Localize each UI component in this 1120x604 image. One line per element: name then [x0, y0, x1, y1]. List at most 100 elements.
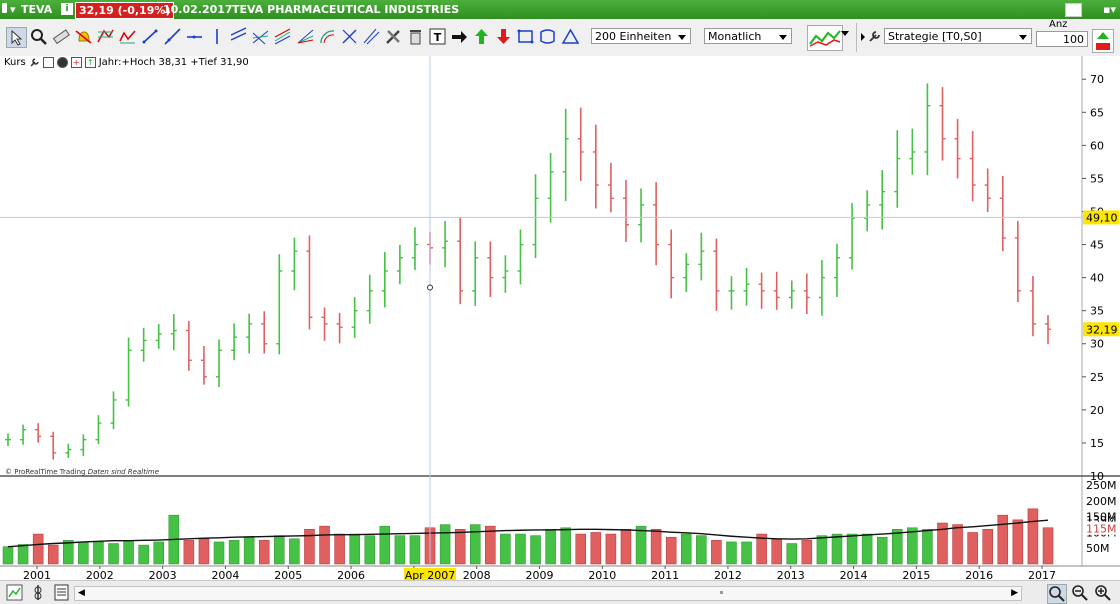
info-icon[interactable]: i: [61, 3, 73, 15]
strategy-select[interactable]: Strategie [T0,S0]: [884, 28, 1032, 44]
scroll-left-icon[interactable]: ◀: [78, 588, 85, 598]
time-tick-label: 2014: [840, 569, 868, 580]
crosshair-price-label: 49,10: [1086, 211, 1118, 224]
rectangle-tool-icon[interactable]: [516, 27, 535, 46]
chart-style-dropdown-icon[interactable]: [841, 31, 849, 36]
window-box-icon[interactable]: [42, 57, 54, 68]
trendline-icon[interactable]: [141, 27, 160, 46]
volume-bar: [967, 532, 978, 565]
zoom-out-icon[interactable]: [1071, 584, 1089, 602]
horizontal-scrollbar[interactable]: ◀ ▶: [74, 586, 1022, 601]
price-chart[interactable]: 10152025303540455055606570250M200M150M10…: [0, 56, 1120, 582]
volume-bar: [892, 529, 903, 565]
volume-bar: [198, 538, 210, 565]
volume-bar: [228, 540, 240, 565]
parallel-lines-icon[interactable]: [362, 27, 381, 46]
volume-bar: [952, 524, 963, 565]
arrow-up-green-icon[interactable]: [472, 27, 491, 46]
scroll-thumb[interactable]: [720, 591, 723, 594]
chart-area[interactable]: 10152025303540455055606570250M200M150M10…: [0, 56, 1120, 582]
volume-bar: [394, 535, 406, 565]
kurs-label: Kurs: [4, 57, 26, 68]
time-tick-label: 2017: [1028, 569, 1056, 580]
zoom-in-icon[interactable]: [1094, 584, 1112, 602]
crosshair-marker: [427, 284, 433, 291]
zoom-tool-icon[interactable]: [29, 27, 48, 46]
volume-bar: [846, 533, 858, 565]
expand-arrow-icon[interactable]: [861, 33, 865, 41]
triangle-tool-icon[interactable]: [561, 27, 580, 46]
scroll-right-icon[interactable]: ▶: [1011, 588, 1018, 598]
volume-bar: [32, 533, 44, 565]
volume-bar: [711, 540, 722, 565]
fibonacci-arc-icon[interactable]: [318, 27, 337, 46]
volume-bar: [63, 540, 74, 565]
alert-bell-icon[interactable]: [74, 27, 93, 46]
ellipse-tool-icon[interactable]: [538, 27, 557, 46]
volume-bar: [997, 514, 1009, 565]
price-tick-label: 70: [1090, 73, 1104, 86]
symbol-label: TEVA: [21, 3, 53, 16]
chart-background: [0, 56, 1120, 580]
price-tick-label: 35: [1090, 305, 1104, 318]
volume-bar: [726, 541, 737, 565]
dropdown-arrow-icon[interactable]: ▾: [10, 3, 16, 16]
period-select[interactable]: Monatlich: [704, 28, 792, 44]
channel-icon[interactable]: [229, 27, 248, 46]
gann-fan-icon[interactable]: [296, 27, 315, 46]
cross-line-icon[interactable]: [340, 27, 359, 46]
window-icon[interactable]: [2, 3, 7, 13]
close-circle-icon[interactable]: [56, 57, 68, 68]
time-tick-label: 2005: [274, 569, 302, 580]
volume-bar: [409, 535, 421, 565]
wrench-icon[interactable]: [868, 29, 882, 43]
price-change-badge: 32,19 (-0,19%): [75, 2, 175, 19]
strategy-select-value: Strategie [T0,S0]: [888, 30, 982, 43]
list-icon[interactable]: [53, 584, 70, 601]
pitchfork-icon[interactable]: [251, 27, 270, 46]
volume-bar: [665, 536, 677, 565]
order-buttons-icon[interactable]: [1092, 29, 1114, 53]
units-select[interactable]: 200 Einheiten: [591, 28, 691, 44]
chart-style-icon[interactable]: [807, 25, 843, 51]
arrow-down-red-icon[interactable]: [494, 27, 513, 46]
units-select-value: 200 Einheiten: [595, 30, 672, 43]
trash-icon[interactable]: [406, 27, 425, 46]
fibonacci-icon[interactable]: [96, 27, 115, 46]
scale-icon[interactable]: [30, 584, 47, 601]
legend-info-text: Jahr:+Hoch 38,31 +Tief 31,90: [98, 57, 249, 68]
bottom-toolbar: ◀ ▶: [0, 580, 1120, 604]
volume-tick-label: 200M: [1086, 495, 1117, 508]
zoom-fit-icon[interactable]: [1047, 584, 1067, 604]
arrow-up-small-icon[interactable]: ↑: [84, 57, 96, 68]
time-tick-label: 2010: [588, 569, 616, 580]
regression-channel-icon[interactable]: [273, 27, 292, 46]
horizontal-line-icon[interactable]: [185, 27, 204, 46]
volume-bar: [620, 529, 632, 565]
quantity-input[interactable]: 100: [1036, 31, 1088, 47]
volume-bar: [289, 538, 300, 565]
volume-bar: [605, 533, 617, 565]
ruler-icon[interactable]: [52, 27, 71, 46]
price-tick-label: 65: [1090, 106, 1104, 119]
wrench-small-icon[interactable]: [29, 57, 40, 68]
ray-line-icon[interactable]: [163, 27, 182, 46]
pointer-tool-icon[interactable]: [6, 27, 27, 48]
volume-tick-label: 50M: [1086, 542, 1110, 555]
period-select-value: Monatlich: [708, 30, 762, 43]
chevron-down-icon: [779, 35, 787, 40]
add-indicator-icon[interactable]: +: [70, 57, 82, 68]
volume-bar: [907, 527, 918, 565]
text-tool-icon[interactable]: T: [428, 27, 447, 46]
window-menu-icon[interactable]: ▪▾: [1103, 3, 1116, 16]
wave-tool-icon[interactable]: [118, 27, 137, 46]
volume-bar: [545, 529, 556, 565]
price-tick-label: 30: [1090, 338, 1104, 351]
arrow-right-icon[interactable]: [450, 27, 469, 46]
volume-bar: [93, 541, 104, 565]
chart-settings-icon[interactable]: [6, 584, 23, 601]
volume-bar: [515, 533, 526, 565]
vertical-line-icon[interactable]: [207, 27, 226, 46]
keyboard-icon[interactable]: [1065, 3, 1082, 17]
tools-icon[interactable]: [384, 27, 403, 46]
